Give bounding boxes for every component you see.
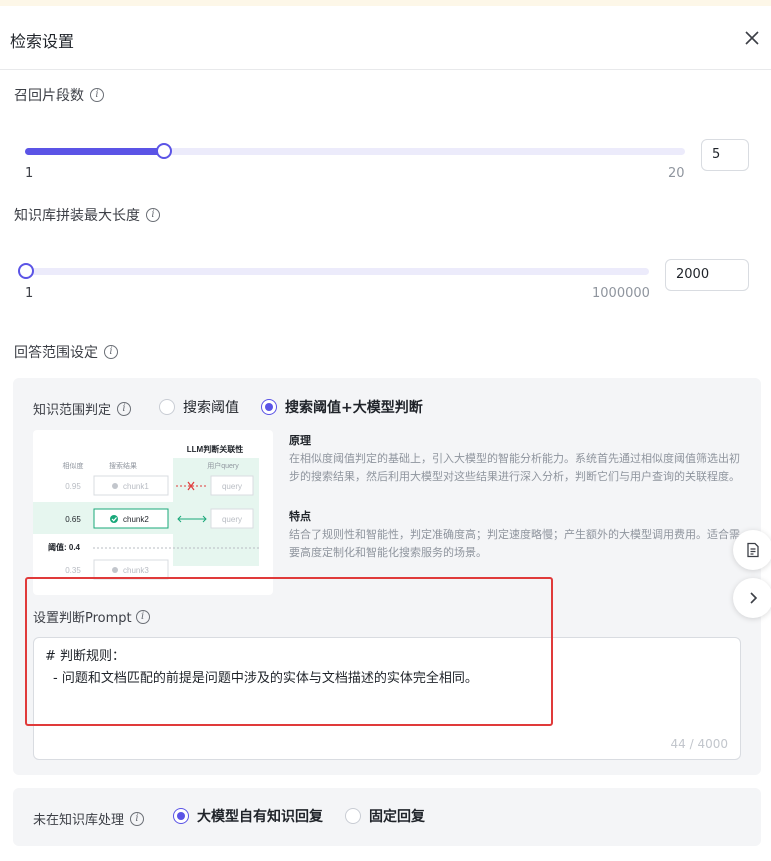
radio-llm-knowledge[interactable] [173,808,189,824]
row2-score: 0.65 [65,515,81,524]
prompt-label-text: 设置判断Prompt [33,611,132,626]
diagram-col-results: 搜索结果 [109,461,137,470]
info-icon[interactable]: i [130,811,145,826]
radio-threshold-llm[interactable] [261,399,277,415]
diagram-col-query: 用户query [207,461,239,470]
recall-input[interactable]: 5 [701,139,749,171]
recall-label: 召回片段数 i [14,85,104,105]
diagram-title: LLM判断关联性 [187,444,243,454]
answer-scope-label-text: 回答范围设定 [14,345,98,361]
llm-judgement-diagram: LLM判断关联性 相似度 搜索结果 用户query 0.95 chunk1 qu… [33,430,273,595]
row3-score: 0.35 [65,566,81,575]
knowledge-scope-label-text: 知识范围判定 [33,403,112,418]
info-icon[interactable]: i [117,401,132,416]
max-length-slider-thumb[interactable] [18,263,34,279]
prompt-char-count: 44 / 4000 [670,737,728,751]
knowledge-scope-label: 知识范围判定 i [33,399,132,418]
feature-heading: 特点 [289,510,311,523]
not-in-kb-label-text: 未在知识库处理 [33,813,125,828]
max-length-min: 1 [25,286,34,301]
prompt-line1: # 判断规则： [45,649,126,664]
recall-label-text: 召回片段数 [14,88,84,104]
row2-chunk: chunk2 [123,515,149,524]
chevron-right-icon [750,592,758,604]
max-length-label: 知识库拼装最大长度 i [14,205,160,225]
principle-heading: 原理 [289,434,311,447]
close-icon[interactable] [742,28,762,48]
knowledge-scope-radio-group: 搜索阈值 搜索阈值+大模型判断 [159,397,437,417]
info-icon[interactable]: i [146,208,160,222]
recall-min: 1 [25,166,34,181]
diagram-col-similarity: 相似度 [63,461,84,470]
next-button[interactable] [733,578,771,618]
dialog-header: 检索设置 [0,6,771,70]
max-length-label-text: 知识库拼装最大长度 [14,208,140,224]
radio-threshold-llm-label[interactable]: 搜索阈值+大模型判断 [285,397,423,417]
radio-llm-knowledge-label[interactable]: 大模型自有知识回复 [197,806,323,826]
dialog-title: 检索设置 [10,32,75,51]
not-in-kb-label: 未在知识库处理 i [33,809,145,828]
recall-slider-thumb[interactable] [156,143,172,159]
recall-max: 20 [668,166,685,181]
max-length-max: 1000000 [592,286,650,301]
document-icon [747,542,759,558]
recall-slider[interactable] [25,143,685,159]
threshold-label: 阈值: 0.4 [48,542,81,552]
prompt-label: 设置判断Prompt i [33,607,150,626]
prompt-line2: - 问题和文档匹配的前提是问题中涉及的实体与文档描述的实体完全相同。 [53,671,478,686]
radio-fixed-reply-label[interactable]: 固定回复 [369,806,425,826]
info-icon[interactable]: i [104,345,118,359]
row1-query: query [222,482,242,491]
row1-dot [112,483,118,489]
info-icon[interactable]: i [135,609,150,624]
feature-text: 结合了规则性和智能性，判定准确度高；判定速度略慢；产生额外的大模型调用费用。适合… [289,528,740,559]
principle-text: 在相似度阈值判定的基础上，引入大模型的智能分析能力。系统首先通过相似度阈值筛选出… [289,452,740,483]
row3-chunk: chunk3 [123,566,149,575]
radio-threshold[interactable] [159,399,175,415]
max-length-input[interactable]: 2000 [665,259,749,291]
row1-chunk: chunk1 [123,482,149,491]
answer-scope-label: 回答范围设定 i [14,342,118,362]
row2-query: query [222,515,242,524]
info-icon[interactable]: i [90,88,104,102]
row3-dot [112,567,118,573]
not-in-kb-radio-group: 大模型自有知识回复 固定回复 [173,806,439,826]
check-circle-icon [110,515,118,523]
radio-threshold-label[interactable]: 搜索阈值 [183,397,239,417]
radio-fixed-reply[interactable] [345,808,361,824]
document-button[interactable] [733,530,771,570]
max-length-slider[interactable] [18,263,649,279]
prompt-textarea[interactable]: # 判断规则： - 问题和文档匹配的前提是问题中涉及的实体与文档描述的实体完全相… [33,637,741,760]
recall-slider-fill [25,148,164,155]
row1-score: 0.95 [65,482,81,491]
